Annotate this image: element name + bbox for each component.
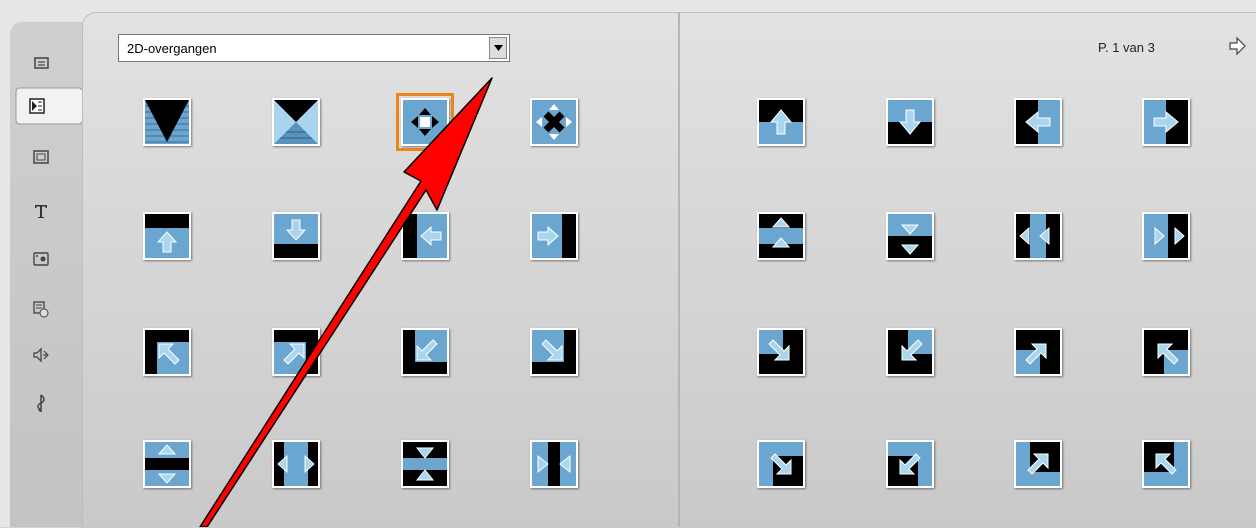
- diag-down-right-icon: [759, 330, 803, 374]
- transition-thumb[interactable]: [143, 98, 191, 146]
- hourglass-icon: [274, 100, 318, 144]
- transition-thumb[interactable]: [1142, 212, 1190, 260]
- arrow-right-icon: [1144, 100, 1188, 144]
- transition-thumb[interactable]: [530, 98, 578, 146]
- category-dropdown-value: 2D-overgangen: [127, 41, 217, 56]
- sidebar-item-captions[interactable]: [28, 50, 54, 76]
- caption-icon: [34, 57, 49, 69]
- transition-thumb[interactable]: [401, 328, 449, 376]
- transition-thumb[interactable]: [757, 98, 805, 146]
- barn-vertical-in-icon: [403, 442, 447, 486]
- push-right-icon: [532, 214, 576, 258]
- transition-thumb[interactable]: [143, 328, 191, 376]
- transition-thumb[interactable]: [1142, 440, 1190, 488]
- transition-thumb[interactable]: [1142, 98, 1190, 146]
- split-horizontal-out-icon: [1016, 214, 1060, 258]
- music-icon: [37, 394, 45, 412]
- transition-thumb[interactable]: [272, 328, 320, 376]
- transition-thumb[interactable]: [886, 440, 934, 488]
- transitions-icon: [29, 98, 45, 114]
- disc-menu-icon: [33, 301, 49, 318]
- sound-effects-icon: [33, 347, 49, 363]
- transition-thumb[interactable]: [757, 212, 805, 260]
- barn-horizontal-in-icon: [532, 442, 576, 486]
- sidebar-item-titles[interactable]: [28, 198, 54, 224]
- transition-thumb[interactable]: [1142, 328, 1190, 376]
- sidebar-item-music[interactable]: [28, 390, 54, 416]
- split-vertical-in-icon: [888, 214, 932, 258]
- transition-thumb[interactable]: [530, 212, 578, 260]
- barn-vertical-out-icon: [145, 442, 189, 486]
- arrow-up-icon: [759, 100, 803, 144]
- slide-down-left-icon: [888, 442, 932, 486]
- slide-up-left-icon: [1144, 442, 1188, 486]
- diag-up-left-icon: [1144, 330, 1188, 374]
- transition-thumb[interactable]: [1014, 212, 1062, 260]
- four-way-in-icon: [532, 100, 576, 144]
- transition-thumb[interactable]: [757, 440, 805, 488]
- barn-horizontal-out-icon: [274, 442, 318, 486]
- sidebar-item-frames[interactable]: [28, 144, 54, 170]
- transition-thumb[interactable]: [143, 212, 191, 260]
- frames-icon: [33, 150, 49, 164]
- diag-up-right-icon: [1016, 330, 1060, 374]
- push-up-icon: [145, 214, 189, 258]
- transition-thumb[interactable]: [886, 98, 934, 146]
- wedge-down-icon: [145, 100, 189, 144]
- sidebar-item-photos[interactable]: [28, 246, 54, 272]
- transition-thumb[interactable]: [272, 98, 320, 146]
- transition-thumb[interactable]: [1014, 98, 1062, 146]
- chevron-down-icon: [493, 45, 503, 51]
- arrow-left-icon: [1016, 100, 1060, 144]
- slide-up-right-icon: [1016, 442, 1060, 486]
- split-horizontal-in-icon: [1144, 214, 1188, 258]
- transition-thumb[interactable]: [886, 328, 934, 376]
- transition-thumb[interactable]: [1014, 328, 1062, 376]
- transition-thumb[interactable]: [272, 212, 320, 260]
- sidebar-item-disc-menus[interactable]: [28, 296, 54, 322]
- transition-thumb[interactable]: [530, 328, 578, 376]
- transition-thumb[interactable]: [143, 440, 191, 488]
- corner-down-right-icon: [532, 330, 576, 374]
- transition-thumb[interactable]: [401, 212, 449, 260]
- transition-thumb[interactable]: [886, 212, 934, 260]
- transition-thumb[interactable]: [401, 440, 449, 488]
- sidebar-item-sound-effects[interactable]: [28, 342, 54, 368]
- slide-down-right-icon: [759, 442, 803, 486]
- arrow-right-icon: [1229, 36, 1246, 56]
- next-page-button[interactable]: [1226, 35, 1248, 57]
- arrow-down-icon: [888, 100, 932, 144]
- transition-thumb-selected[interactable]: [396, 93, 454, 151]
- category-dropdown[interactable]: 2D-overgangen: [118, 34, 510, 62]
- transition-thumb[interactable]: [272, 440, 320, 488]
- sidebar: [10, 22, 99, 527]
- corner-up-left-icon: [145, 330, 189, 374]
- corner-up-right-icon: [274, 330, 318, 374]
- page-indicator: P. 1 van 3: [1098, 40, 1155, 55]
- dropdown-arrow-button[interactable]: [489, 37, 507, 59]
- photo-icon: [33, 252, 49, 266]
- app-window: 2D-overgangen P. 1 van 3: [0, 0, 1256, 528]
- push-down-icon: [274, 214, 318, 258]
- corner-down-left-icon: [403, 330, 447, 374]
- transition-thumb[interactable]: [1014, 440, 1062, 488]
- title-text-icon: [35, 205, 47, 218]
- transition-thumb[interactable]: [757, 328, 805, 376]
- transition-thumb[interactable]: [530, 440, 578, 488]
- split-vertical-out-icon: [759, 214, 803, 258]
- four-way-out-icon: [403, 100, 447, 144]
- diag-down-left-icon: [888, 330, 932, 374]
- push-left-icon: [403, 214, 447, 258]
